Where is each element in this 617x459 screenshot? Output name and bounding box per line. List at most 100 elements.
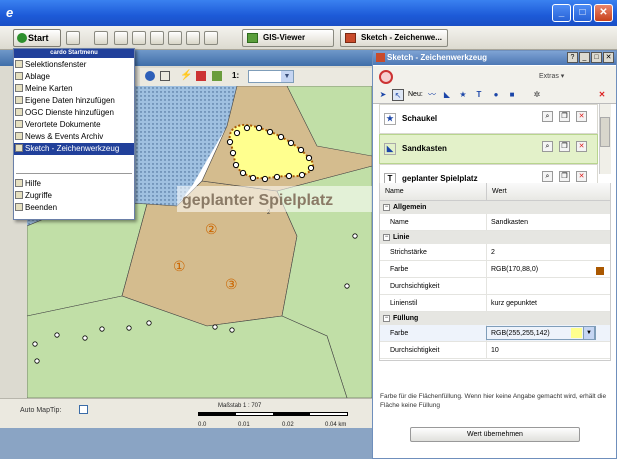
- maximize-button[interactable]: □: [573, 4, 592, 22]
- fill-color-swatch: [571, 328, 582, 338]
- folder-icon: [15, 72, 23, 80]
- property-row[interactable]: Durchsichtigkeit: [380, 278, 610, 295]
- property-row[interactable]: Durchsichtigkeit 10: [380, 342, 610, 359]
- measure-icon[interactable]: ⚡: [180, 71, 192, 81]
- new-label: Neu:: [408, 91, 423, 98]
- map-label-spielplatz: geplanter Spielplatz: [182, 192, 333, 209]
- settings-icon[interactable]: ✲: [531, 89, 543, 101]
- delete-all-icon[interactable]: ✕: [596, 89, 608, 101]
- copy-icon[interactable]: ❐: [559, 141, 570, 152]
- select-icon[interactable]: ↖: [392, 89, 404, 101]
- group-fuellung[interactable]: − Füllung: [380, 312, 610, 325]
- add-data-icon: [15, 96, 23, 104]
- apply-value-button[interactable]: Wert übernehmen: [410, 427, 580, 442]
- minimize-button[interactable]: _: [552, 4, 571, 22]
- scrollbar-thumb[interactable]: [600, 117, 610, 147]
- property-row[interactable]: Strichstärke 2: [380, 244, 610, 261]
- print-icon[interactable]: [204, 31, 218, 45]
- close-window-button[interactable]: ✕: [594, 4, 613, 22]
- rectangle-icon[interactable]: ■: [506, 89, 518, 101]
- remove-icon[interactable]: ✕: [576, 171, 587, 182]
- menu-item-selektionsfenster[interactable]: Selektionsfenster: [14, 59, 134, 71]
- group-allgemein[interactable]: − Allgemein: [380, 201, 610, 214]
- menu-item-ablage[interactable]: Ablage: [14, 71, 134, 83]
- circle-icon[interactable]: ●: [490, 89, 502, 101]
- chevron-down-icon[interactable]: ▼: [583, 326, 595, 340]
- delete-icon[interactable]: [196, 71, 206, 81]
- menu-item-verortete-dokumente[interactable]: Verortete Dokumente: [14, 119, 134, 131]
- column-header-value: Wert: [486, 183, 610, 201]
- zoom-icon[interactable]: [66, 31, 80, 45]
- menu-item-label: Hilfe: [25, 179, 42, 188]
- property-row[interactable]: Name Sandkasten: [380, 214, 610, 231]
- select-arrow-icon[interactable]: [160, 71, 170, 81]
- map-scale-text: Maßstab 1 : 707: [218, 403, 262, 409]
- menu-item-zugriffe[interactable]: Zugriffe: [14, 190, 134, 202]
- zoom-to-icon[interactable]: ⌕: [542, 171, 553, 182]
- menu-item-label: Verortete Dokumente: [25, 120, 101, 129]
- sketch-icon: [345, 33, 356, 43]
- property-row[interactable]: Linienstil kurz gepunktet: [380, 295, 610, 312]
- row-divider: [486, 342, 487, 358]
- property-row[interactable]: Farbe RGB(170,88,0): [380, 261, 610, 278]
- layers-icon[interactable]: [94, 31, 108, 45]
- menu-item-hilfe[interactable]: Hilfe: [14, 178, 134, 190]
- scale-prefix: 1:: [232, 71, 240, 80]
- open-folder-icon[interactable]: [168, 31, 182, 45]
- star-icon[interactable]: ★: [457, 89, 469, 101]
- property-value: RGB(170,88,0): [491, 266, 539, 273]
- panel-maximize-button[interactable]: □: [591, 52, 602, 63]
- copy-icon[interactable]: ❐: [559, 171, 570, 182]
- zoom-to-icon[interactable]: ⌕: [542, 111, 553, 122]
- task-gis-viewer[interactable]: GIS-Viewer: [242, 29, 334, 47]
- row-divider: [486, 261, 487, 277]
- polygon-icon[interactable]: ◣: [441, 89, 453, 101]
- folder-icon[interactable]: [150, 31, 164, 45]
- panel-close-button[interactable]: ✕: [603, 52, 614, 63]
- group-title: Allgemein: [393, 204, 427, 211]
- task-sketch[interactable]: Sketch - Zeichenwe...: [340, 29, 448, 47]
- help-button[interactable]: ?: [567, 52, 578, 63]
- info-icon[interactable]: [145, 71, 155, 81]
- property-value: 2: [491, 249, 495, 256]
- auto-maptip-checkbox[interactable]: [79, 405, 88, 414]
- property-description: Farbe für die Flächenfüllung. Wenn hier …: [380, 393, 607, 409]
- menu-item-beenden[interactable]: Beenden: [14, 202, 134, 214]
- extras-menu[interactable]: Extras ▾: [539, 72, 564, 80]
- menu-item-label: Selektionsfenster: [25, 60, 87, 69]
- document-icon[interactable]: [114, 31, 128, 45]
- remove-icon[interactable]: ✕: [576, 111, 587, 122]
- pointer-icon[interactable]: ➤: [377, 89, 389, 101]
- scale-select[interactable]: ▼: [248, 70, 294, 83]
- remove-icon[interactable]: ✕: [576, 141, 587, 152]
- panel-minimize-button[interactable]: _: [579, 52, 590, 63]
- group-title: Linie: [393, 234, 410, 241]
- sketch-main-icon[interactable]: [379, 70, 393, 84]
- menu-item-sketch[interactable]: Sketch - Zeichenwerkzeug: [14, 143, 134, 155]
- help-icon[interactable]: [132, 31, 146, 45]
- area-number-2: ②: [205, 221, 218, 237]
- link-icon[interactable]: [186, 31, 200, 45]
- property-name: Farbe: [390, 266, 409, 273]
- menu-item-news-archiv[interactable]: News & Events Archiv: [14, 131, 134, 143]
- map-footer: [0, 428, 372, 459]
- users-icon: [15, 191, 23, 199]
- sketch-item-label: Sandkasten: [402, 144, 447, 153]
- start-button[interactable]: Start: [13, 29, 61, 47]
- menu-item-eigene-daten[interactable]: Eigene Daten hinzufügen: [14, 95, 134, 107]
- group-linie[interactable]: − Linie: [380, 231, 610, 244]
- star-icon: ★: [384, 113, 396, 125]
- property-value: 10: [491, 347, 499, 354]
- export-icon[interactable]: [212, 71, 222, 81]
- menu-separator: [16, 173, 132, 174]
- column-header-name: Name: [380, 183, 486, 201]
- zoom-to-icon[interactable]: ⌕: [542, 141, 553, 152]
- menu-item-ogc-dienste[interactable]: OGC Dienste hinzufügen: [14, 107, 134, 119]
- copy-icon[interactable]: ❐: [559, 111, 570, 122]
- text-icon[interactable]: T: [473, 89, 485, 101]
- menu-item-label: Meine Karten: [25, 84, 73, 93]
- start-menu-header: cardo Startmenu: [14, 49, 134, 58]
- property-name: Name: [390, 219, 409, 226]
- menu-item-meine-karten[interactable]: Meine Karten: [14, 83, 134, 95]
- line-icon[interactable]: 〰: [426, 89, 438, 101]
